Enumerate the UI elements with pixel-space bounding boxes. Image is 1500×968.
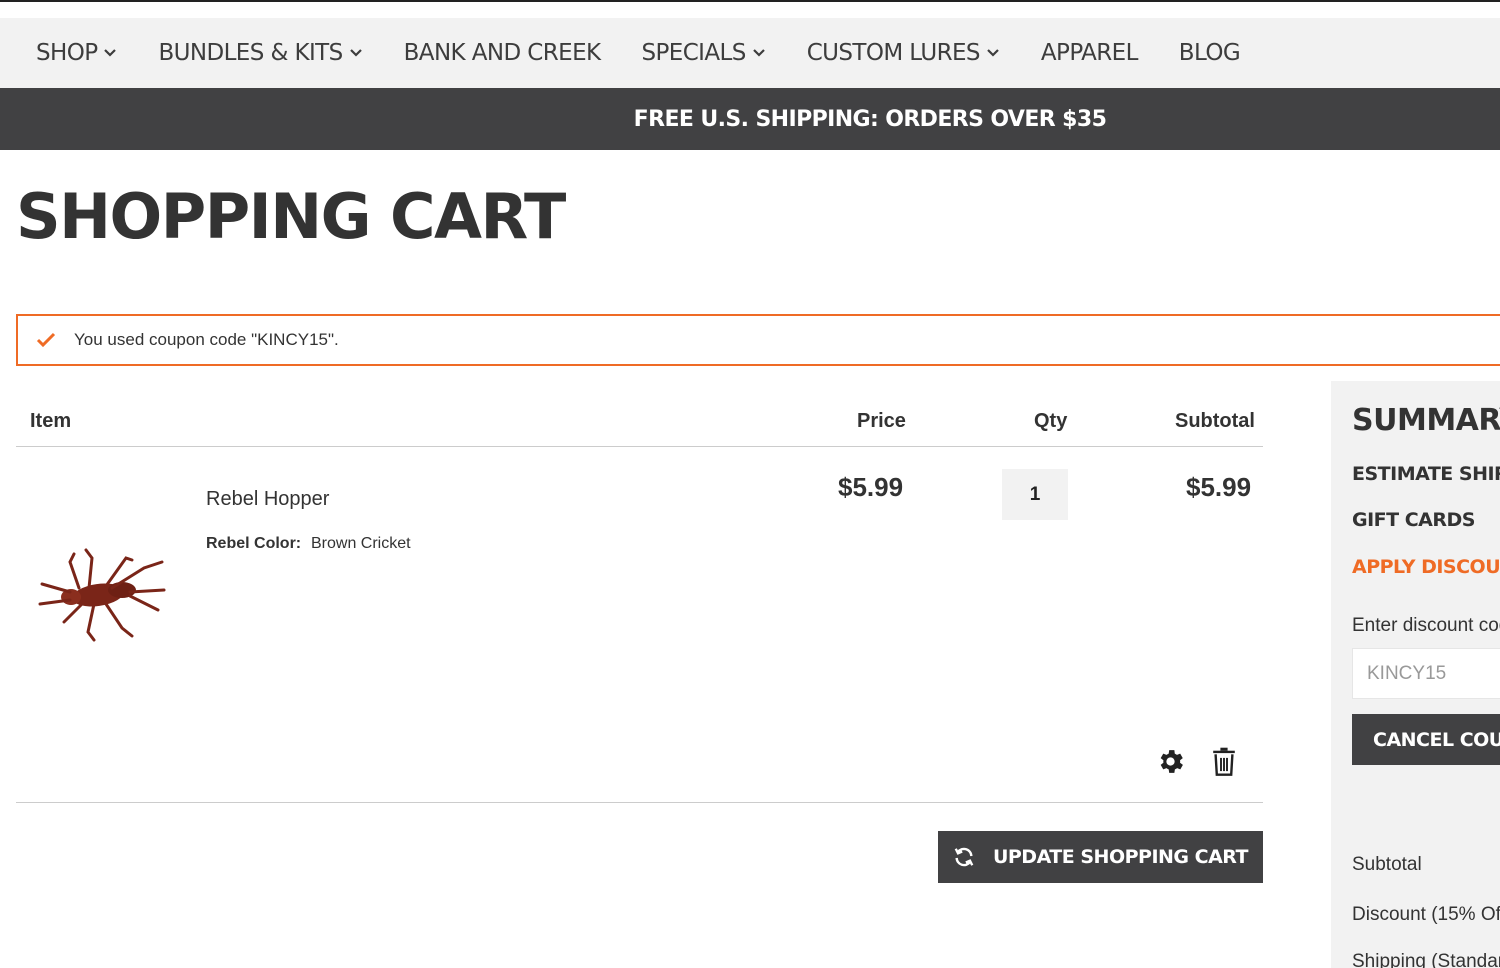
summary-title: SUMMARY [1352,403,1500,438]
column-header-item: Item [30,410,72,432]
nav-label: CUSTOM LURES [806,40,981,66]
discount-field-label: Enter discount code [1352,615,1500,636]
nav-item-specials[interactable]: SPECIALS [642,40,766,66]
chevron-down-icon [752,49,765,57]
update-cart-label: UPDATE SHOPPING CART [992,846,1249,868]
table-row-divider [16,802,1263,803]
success-message: You used coupon code "KINCY15". [16,314,1500,366]
nav-item-custom-lures[interactable]: CUSTOM LURES [807,40,1000,66]
estimate-shipping-toggle[interactable]: ESTIMATE SHIPPING AND TAX [1352,463,1500,485]
discount-code-input[interactable] [1352,648,1500,699]
apply-discount-toggle[interactable]: APPLY DISCOUNT CODE [1352,556,1500,578]
summary-discount-label: Discount (15% Off) [1352,904,1500,925]
refresh-icon [954,847,974,867]
column-header-price: Price [857,410,906,432]
nav-item-blog[interactable]: BLOG [1178,40,1241,66]
item-price: $5.99 [838,472,904,502]
column-header-qty: Qty [1034,410,1068,432]
cancel-coupon-button[interactable]: CANCEL COUPON [1352,714,1500,765]
option-value: Brown Cricket [311,535,411,552]
nav-label: APPAREL [1040,40,1138,66]
nav-item-apparel[interactable]: APPAREL [1041,40,1138,66]
main-nav: SHOP BUNDLES & KITS BANK AND CREEK SPECI… [0,18,1500,88]
option-label: Rebel Color: [206,535,302,552]
nav-label: SHOP [36,40,98,66]
nav-label: BUNDLES & KITS [158,40,343,66]
trash-icon[interactable] [1212,747,1236,776]
nav-item-bank-and-creek[interactable]: BANK AND CREEK [404,40,601,66]
gear-icon[interactable] [1155,746,1186,777]
item-subtotal: $5.99 [1186,472,1252,502]
nav-label: BLOG [1178,40,1241,66]
product-image[interactable] [34,540,174,650]
summary-shipping-label: Shipping (Standard) [1352,951,1500,968]
checkmark-icon [36,332,56,348]
chevron-down-icon [987,49,999,57]
table-header-divider [16,446,1263,447]
top-border [0,0,1500,2]
product-name[interactable]: Rebel Hopper [206,488,329,511]
column-header-subtotal: Subtotal [1175,410,1255,432]
update-cart-button[interactable]: UPDATE SHOPPING CART [938,831,1263,883]
order-summary: SUMMARY ESTIMATE SHIPPING AND TAX GIFT C… [1331,381,1500,968]
chevron-down-icon [349,49,362,57]
chevron-down-icon [104,49,117,57]
nav-label: SPECIALS [641,40,747,66]
nav-item-bundles-kits[interactable]: BUNDLES & KITS [158,40,362,66]
nav-label: BANK AND CREEK [403,40,601,66]
nav-item-shop[interactable]: SHOP [36,40,117,66]
message-text: You used coupon code "KINCY15". [74,330,339,349]
gift-cards-toggle[interactable]: GIFT CARDS [1352,509,1475,531]
summary-subtotal-label: Subtotal [1352,854,1422,875]
page-title: SHOPPING CART [16,180,566,253]
promo-banner: FREE U.S. SHIPPING: ORDERS OVER $35 [0,88,1500,150]
quantity-input[interactable] [1002,469,1068,520]
promo-text: FREE U.S. SHIPPING: ORDERS OVER $35 [633,106,1107,132]
